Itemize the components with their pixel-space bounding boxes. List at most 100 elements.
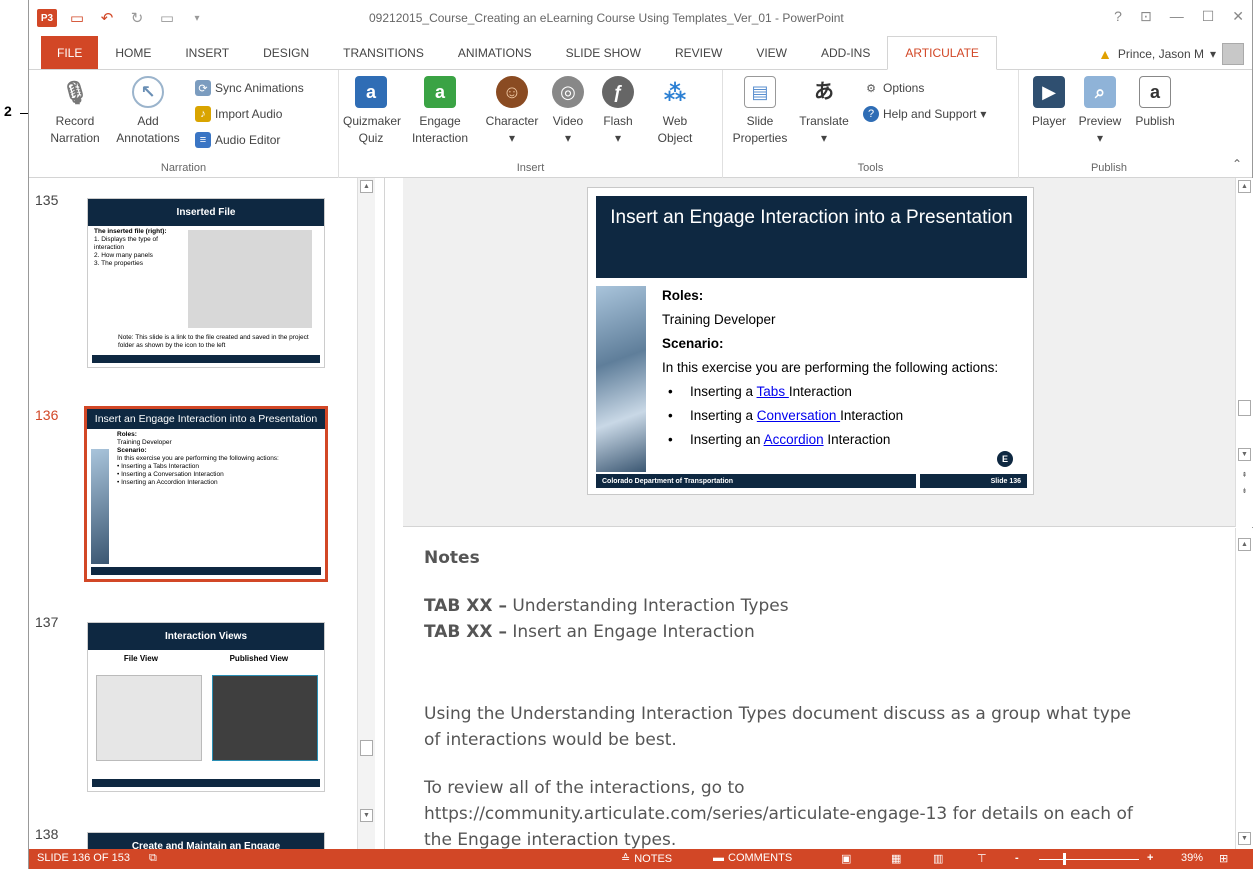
slide-sorter-icon[interactable]: ▦	[891, 852, 901, 865]
zoom-slider-track[interactable]	[1039, 859, 1139, 860]
powerpoint-app-icon[interactable]: P3	[37, 9, 57, 27]
quizmaker-quiz-button[interactable]: a Quizmaker Quiz	[343, 76, 401, 147]
previous-slide-icon[interactable]: ⇞	[1238, 468, 1251, 481]
slide-editor: Insert an Engage Interaction into a Pres…	[403, 178, 1235, 527]
file-view-image	[96, 675, 202, 761]
video-button[interactable]: ◎ Video ▾	[545, 76, 591, 147]
thumbnail-body: The inserted file (right): 1. Displays t…	[94, 228, 167, 267]
preview-button[interactable]: ⌕ Preview ▾	[1073, 76, 1127, 147]
thumbnail-footer	[92, 355, 320, 363]
zoom-level[interactable]: 39%	[1181, 852, 1203, 864]
audio-editor-icon: ≡	[195, 132, 211, 148]
scroll-down-icon[interactable]: ▼	[360, 809, 373, 822]
tab-slide-show[interactable]: SLIDE SHOW	[549, 36, 658, 69]
audio-editor-label: Audio Editor	[215, 133, 281, 147]
sync-animations-button[interactable]: ⟳ Sync Animations	[195, 80, 304, 96]
thumbnail-image	[91, 449, 109, 564]
slide-thumbnail-137[interactable]: Interaction Views File View Published Vi…	[87, 622, 325, 792]
import-audio-button[interactable]: ♪ Import Audio	[195, 106, 282, 122]
slide-thumbnail-138[interactable]: Create and Maintain an Engage	[87, 832, 325, 849]
start-from-beginning-icon[interactable]: ▭	[157, 9, 177, 27]
current-slide[interactable]: Insert an Engage Interaction into a Pres…	[587, 187, 1034, 495]
tab-add-ins[interactable]: ADD-INS	[804, 36, 887, 69]
tabs-link[interactable]: Tabs	[757, 384, 789, 399]
help-and-support-button[interactable]: ? Help and Support ▾	[863, 106, 986, 122]
spell-check-icon[interactable]: ⧉	[149, 852, 157, 865]
zoom-in-button[interactable]: +	[1147, 852, 1153, 864]
comments-toggle-button[interactable]: ▬ COMMENTS	[713, 852, 792, 864]
tab-review[interactable]: REVIEW	[658, 36, 739, 69]
scroll-up-icon[interactable]: ▲	[1238, 180, 1251, 193]
tab-file[interactable]: FILE	[41, 36, 99, 69]
thumbnails-scrollbar[interactable]: ▲ ▼	[357, 178, 375, 849]
options-button[interactable]: ⚙ Options	[863, 80, 924, 96]
undo-icon[interactable]: ↶	[97, 9, 117, 27]
save-icon[interactable]: ▭	[67, 9, 87, 27]
translate-icon: あ	[814, 80, 834, 103]
conversation-link[interactable]: Conversation	[757, 408, 840, 423]
add-annotations-button[interactable]: ↖ Add Annotations	[111, 76, 185, 147]
editor-scrollbar[interactable]: ▲ ▼ ⇞ ⇟	[1235, 178, 1253, 527]
web-object-button[interactable]: ⁂ Web Object	[645, 76, 705, 147]
reading-view-icon[interactable]: ▥	[933, 852, 943, 865]
zoom-out-button[interactable]: -	[1015, 852, 1019, 864]
slide-title[interactable]: Insert an Engage Interaction into a Pres…	[596, 196, 1027, 278]
scroll-down-icon[interactable]: ▼	[1238, 832, 1251, 845]
slide-thumbnail-135[interactable]: Inserted File The inserted file (right):…	[87, 198, 325, 368]
scroll-up-icon[interactable]: ▲	[360, 180, 373, 193]
footer-slide-number: Slide 136	[990, 477, 1021, 485]
tab-animations[interactable]: ANIMATIONS	[441, 36, 549, 69]
minimize-icon[interactable]: —	[1170, 8, 1184, 25]
tab-home[interactable]: HOME	[98, 36, 168, 69]
slide-thumbnail-136[interactable]: Insert an Engage Interaction into a Pres…	[84, 406, 328, 582]
tab-articulate[interactable]: ARTICULATE	[887, 36, 997, 70]
flash-dropdown-icon: ▾	[614, 131, 622, 145]
translate-button[interactable]: あ Translate ▾	[793, 76, 855, 147]
player-button[interactable]: ▶ Player	[1027, 76, 1071, 130]
ribbon-tabs: FILE HOME INSERT DESIGN TRANSITIONS ANIM…	[29, 36, 1252, 70]
character-label: Character	[485, 114, 539, 128]
scrollbar-thumb[interactable]	[360, 740, 373, 756]
engage-interaction-button[interactable]: a Engage Interaction	[403, 76, 477, 147]
slide-body[interactable]: Roles: Training Developer Scenario: In t…	[662, 284, 1022, 452]
thumbnail-number: 138	[35, 826, 59, 842]
insert-group-label: Insert	[516, 162, 545, 174]
tab-insert[interactable]: INSERT	[168, 36, 246, 69]
user-account[interactable]: ▲ Prince, Jason M ▾	[1098, 43, 1244, 65]
close-icon[interactable]: ✕	[1232, 8, 1244, 25]
maximize-icon[interactable]: ☐	[1202, 8, 1215, 25]
notes-pane[interactable]: Notes TAB XX – Understanding Interaction…	[403, 528, 1235, 849]
redo-icon[interactable]: ↻	[127, 9, 147, 27]
next-slide-icon[interactable]: ⇟	[1238, 484, 1251, 497]
notes-scrollbar[interactable]: ▲ ▼	[1235, 528, 1253, 849]
customize-toolbar-icon[interactable]: ▾	[187, 13, 207, 24]
notes-toggle-button[interactable]: ≙ NOTES	[621, 852, 672, 866]
scrollbar-thumb[interactable]	[1238, 400, 1251, 416]
character-dropdown-icon: ▾	[508, 131, 516, 145]
thumbnail-footer	[91, 567, 321, 575]
publish-button[interactable]: a Publish	[1129, 76, 1181, 130]
ribbon-display-options-icon[interactable]: ⊡	[1140, 8, 1152, 25]
tab-transitions[interactable]: TRANSITIONS	[326, 36, 441, 69]
zoom-slider-handle[interactable]	[1063, 853, 1066, 865]
flash-button[interactable]: ƒ Flash ▾	[595, 76, 641, 147]
fit-to-window-icon[interactable]: ⊞	[1219, 852, 1228, 865]
tab-design[interactable]: DESIGN	[246, 36, 326, 69]
scroll-up-icon[interactable]: ▲	[1238, 538, 1251, 551]
slide-properties-button[interactable]: ▤ Slide Properties	[729, 76, 791, 147]
character-button[interactable]: ☺ Character ▾	[481, 76, 543, 147]
normal-view-icon[interactable]: ▣	[841, 852, 851, 865]
collapse-ribbon-icon[interactable]: ⌃	[1232, 157, 1242, 171]
audio-editor-button[interactable]: ≡ Audio Editor	[195, 132, 280, 148]
tools-group-label: Tools	[857, 162, 884, 174]
slide-thumbnails-pane: 135 Inserted File The inserted file (rig…	[29, 178, 385, 849]
tab-view[interactable]: VIEW	[739, 36, 804, 69]
help-and-support-label: Help and Support	[883, 107, 977, 121]
slide-show-icon[interactable]: ⊤	[977, 852, 987, 865]
help-icon[interactable]: ?	[1114, 8, 1122, 25]
sync-icon: ⟳	[195, 80, 211, 96]
record-narration-button[interactable]: 🎙 Record Narration	[43, 76, 107, 147]
quizmaker-icon: a	[355, 76, 387, 108]
accordion-link[interactable]: Accordion	[764, 432, 824, 447]
scroll-down-icon[interactable]: ▼	[1238, 448, 1251, 461]
